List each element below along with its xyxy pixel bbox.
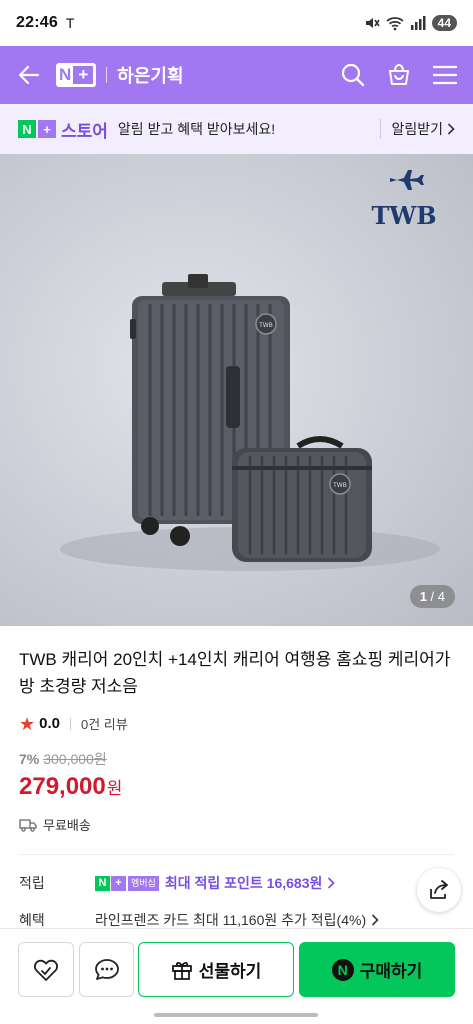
banner-message: 알림 받고 혜택 받아보세요!	[117, 121, 276, 137]
original-price: 300,000원	[43, 751, 107, 767]
benefit-row[interactable]: 혜택 라인프렌즈 카드 최대 11,160원 추가 적립(4%)	[19, 910, 379, 930]
product-info: TWB 캐리어 20인치 +14인치 캐리어 여행용 홈쇼핑 케리어가방 초경량…	[0, 626, 473, 893]
battery-icon: 44	[431, 15, 457, 31]
product-title: TWB 캐리어 20인치 +14인치 캐리어 여행용 홈쇼핑 케리어가방 초경량…	[19, 650, 451, 696]
membership-badge: N + 멤버십	[95, 875, 159, 891]
hamburger-menu-icon	[433, 65, 457, 85]
gift-button-label: 선물하기	[198, 962, 262, 981]
store-brand-text: 스토어	[61, 121, 108, 141]
status-bar: 22:46 T 44	[0, 0, 473, 46]
search-icon	[341, 63, 365, 87]
large-suitcase-badge: TWB	[258, 322, 273, 329]
gift-button[interactable]: 선물하기	[138, 942, 294, 997]
chat-bubble-icon	[94, 958, 119, 980]
store-title[interactable]: 하은기획	[117, 62, 183, 88]
benefit-label: 혜택	[19, 912, 45, 928]
product-image: TWB TWB TWB	[60, 170, 440, 571]
mute-icon	[365, 18, 380, 28]
carrier-icon: T	[65, 15, 75, 31]
heart-icon	[34, 959, 58, 981]
shipping-row: 무료배송	[19, 815, 454, 834]
page-current: 1	[419, 589, 427, 604]
max-points-text: 최대 적립 포인트 16,683원	[164, 875, 323, 891]
top-app-bar: N + 하은기획	[0, 46, 473, 104]
rating-value: 0.0	[39, 715, 60, 732]
plus-icon: +	[73, 65, 94, 84]
rating-row[interactable]: ★ 0.0 0건 리뷰	[19, 714, 454, 733]
price-row: 279,000 원	[19, 773, 454, 801]
arrow-left-icon	[18, 65, 40, 85]
page-total: 4	[437, 589, 445, 604]
alert-subscribe-button[interactable]: 알림받기	[380, 119, 455, 139]
gift-icon	[171, 961, 192, 980]
store-alert-banner[interactable]: N + 스토어 알림 받고 혜택 받아보세요! 알림받기	[0, 104, 473, 154]
currency-unit: 원	[106, 779, 123, 798]
membership-tag: 멤버십	[128, 875, 159, 891]
star-icon: ★	[19, 713, 36, 734]
truck-icon	[19, 818, 37, 832]
naver-plus-logo[interactable]: N +	[56, 63, 97, 87]
chevron-right-icon	[372, 914, 379, 926]
naver-n-icon: N	[95, 875, 110, 891]
naver-n-icon: N	[18, 120, 36, 138]
product-image-carousel[interactable]: TWB TWB TWB 1 / 4	[0, 154, 473, 626]
chevron-right-icon	[328, 877, 336, 889]
rating-divider	[70, 717, 71, 730]
benefit-text: 라인프렌즈 카드 최대 11,160원 추가 적립(4%)	[95, 912, 367, 928]
image-page-indicator: 1 / 4	[409, 585, 455, 608]
share-button[interactable]	[417, 868, 461, 912]
header-actions	[339, 61, 459, 89]
naver-pay-icon: N	[331, 958, 354, 981]
plus-icon: +	[38, 120, 56, 138]
twb-logo: TWB	[371, 170, 437, 230]
buy-button[interactable]: N 구매하기	[299, 942, 455, 997]
shipping-text: 무료배송	[43, 818, 91, 833]
search-button[interactable]	[339, 61, 367, 89]
cart-button[interactable]	[385, 61, 413, 89]
talk-button[interactable]	[79, 942, 134, 997]
sale-price: 279,000	[19, 773, 106, 800]
alert-subscribe-label: 알림받기	[391, 121, 443, 137]
points-row[interactable]: 적립 N + 멤버십 최대 적립 포인트 16,683원	[19, 873, 454, 893]
small-vanity-case: TWB	[232, 436, 372, 562]
home-indicator[interactable]	[154, 1013, 318, 1017]
bottom-action-bar: 선물하기 N 구매하기	[0, 928, 473, 1024]
discount-rate: 7%	[19, 751, 40, 767]
points-label: 적립	[19, 875, 45, 891]
shopping-bag-icon	[389, 63, 409, 85]
status-icons: 44	[364, 15, 457, 31]
wifi-icon	[386, 17, 404, 31]
wishlist-button[interactable]	[18, 942, 74, 997]
header-divider	[106, 67, 108, 83]
chevron-right-icon	[447, 123, 455, 135]
plus-icon: +	[111, 875, 126, 891]
section-divider	[19, 854, 454, 855]
naver-plus-store-logo: N + 스토어	[18, 117, 108, 142]
status-time: 22:46	[16, 14, 58, 31]
small-case-badge: TWB	[332, 482, 347, 489]
twb-logo-text: TWB	[371, 201, 436, 230]
review-count: 0건 리뷰	[81, 717, 128, 732]
back-button[interactable]	[14, 60, 44, 90]
menu-button[interactable]	[431, 61, 459, 89]
share-icon	[430, 880, 448, 899]
signal-icon	[410, 16, 426, 30]
naver-n-icon: N	[59, 65, 72, 84]
buy-button-label: 구매하기	[359, 962, 423, 981]
discount-row: 7% 300,000원	[19, 749, 454, 769]
